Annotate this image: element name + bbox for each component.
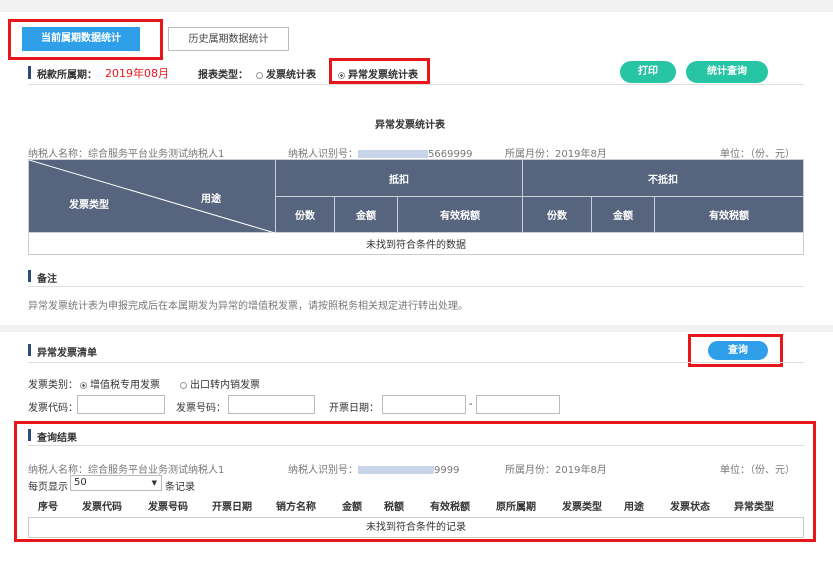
- date-separator: -: [469, 399, 473, 410]
- per-page-label: 每页显示: [28, 482, 68, 493]
- invoice-number-label: 发票号码：: [176, 403, 226, 414]
- col-valid-tax: 有效税额: [430, 502, 470, 513]
- stats-unit: 单位：（份、元）: [720, 149, 795, 160]
- header-invoice-type: 发票类型: [69, 200, 109, 211]
- category-option-vat-special[interactable]: 增值税专用发票: [80, 376, 160, 391]
- report-type-option-invoice[interactable]: 发票统计表: [256, 66, 316, 81]
- radio-selected-icon[interactable]: [338, 71, 345, 79]
- section-marker: [28, 66, 31, 79]
- col-invoice-type: 发票类型: [562, 502, 602, 513]
- list-heading: 异常发票清单: [37, 348, 97, 359]
- sub-valid-tax: 有效税额: [654, 196, 804, 233]
- category-label: 发票类别：: [28, 380, 78, 391]
- radio-icon[interactable]: [180, 381, 187, 389]
- redacted-id-block: [358, 466, 434, 474]
- stat-query-button[interactable]: 统计查询: [686, 61, 768, 83]
- report-type-option-abnormal[interactable]: 异常发票统计表: [338, 66, 418, 81]
- divider: [28, 445, 804, 446]
- invoice-code-label: 发票代码：: [28, 403, 78, 414]
- top-band: [0, 0, 833, 12]
- col-invoice-status: 发票状态: [670, 502, 710, 513]
- col-abnormal-type: 异常类型: [734, 502, 774, 513]
- col-use: 用途: [624, 502, 644, 513]
- header-deduct: 抵扣: [275, 159, 523, 197]
- section-marker: [28, 344, 31, 356]
- report-type-label: 报表类型：: [198, 70, 248, 81]
- invoice-code-input[interactable]: [77, 395, 165, 414]
- taxpayer-id: 纳税人识别号： 5669999: [288, 149, 473, 160]
- divider: [28, 84, 804, 85]
- col-seq: 序号: [38, 502, 58, 513]
- tab-history-period[interactable]: 历史属期数据统计: [168, 27, 289, 51]
- stats-table-title: 异常发票统计表: [375, 120, 445, 131]
- notes-heading: 备注: [37, 274, 57, 285]
- section-marker: [28, 429, 31, 441]
- col-invoice-number: 发票号码: [148, 502, 188, 513]
- stats-empty-message: 未找到符合条件的数据: [28, 232, 804, 255]
- taxpayer-name: 纳税人名称：综合服务平台业务测试纳税人1: [28, 149, 225, 160]
- col-original-period: 原所属期: [496, 502, 536, 513]
- tab-current-period[interactable]: 当前属期数据统计: [22, 27, 140, 51]
- per-page-select[interactable]: 50 ▼: [70, 475, 162, 491]
- print-button[interactable]: 打印: [620, 61, 676, 83]
- dropdown-arrow-icon: ▼: [151, 479, 157, 487]
- category-option-export[interactable]: 出口转内销发票: [180, 376, 260, 391]
- stats-table: 发票类型 用途 抵扣 不抵扣 份数 金额 有效税额 份数 金额 有效税额 未找到…: [28, 159, 804, 255]
- issue-date-label: 开票日期：: [329, 403, 379, 414]
- radio-icon[interactable]: [256, 71, 263, 79]
- results-taxpayer-name: 纳税人名称：综合服务平台业务测试纳税人1: [28, 465, 225, 476]
- issue-date-start-input[interactable]: [382, 395, 466, 414]
- notes-text: 异常发票统计表为申报完成后在本属期发为异常的增值税发票，请按照税务相关规定进行转…: [28, 301, 468, 312]
- results-unit: 单位：（份、元）: [720, 465, 795, 476]
- results-heading: 查询结果: [37, 433, 77, 444]
- header-use: 用途: [201, 194, 221, 205]
- period-label: 税款所属期：: [37, 70, 97, 81]
- invoice-number-input[interactable]: [228, 395, 315, 414]
- redacted-id-block: [358, 150, 428, 158]
- sub-count: 份数: [275, 196, 335, 233]
- radio-selected-icon[interactable]: [80, 381, 87, 389]
- header-nondeduct: 不抵扣: [522, 159, 804, 197]
- period-value: 2019年08月: [105, 67, 169, 80]
- results-taxpayer-id: 纳税人识别号： 9999: [288, 465, 460, 476]
- diagonal-line: [29, 160, 275, 233]
- diagonal-header-cell: 发票类型 用途: [28, 159, 276, 233]
- col-amount: 金额: [342, 502, 362, 513]
- results-empty-message: 未找到符合条件的记录: [28, 517, 804, 538]
- sub-amount: 金额: [334, 196, 398, 233]
- sub-amount: 金额: [591, 196, 655, 233]
- divider: [28, 286, 804, 287]
- results-month: 所属月份：2019年8月: [505, 465, 607, 476]
- col-invoice-code: 发票代码: [82, 502, 122, 513]
- sub-count: 份数: [522, 196, 592, 233]
- divider: [28, 362, 804, 363]
- per-page-suffix: 条记录: [165, 482, 195, 493]
- issue-date-end-input[interactable]: [476, 395, 560, 414]
- section-marker: [28, 270, 31, 282]
- col-seller-name: 销方名称: [276, 502, 316, 513]
- stats-month: 所属月份：2019年8月: [505, 149, 607, 160]
- col-issue-date: 开票日期: [212, 502, 252, 513]
- section-gap: [0, 325, 833, 332]
- col-tax: 税额: [384, 502, 404, 513]
- sub-valid-tax: 有效税额: [397, 196, 523, 233]
- query-button[interactable]: 查询: [708, 341, 768, 360]
